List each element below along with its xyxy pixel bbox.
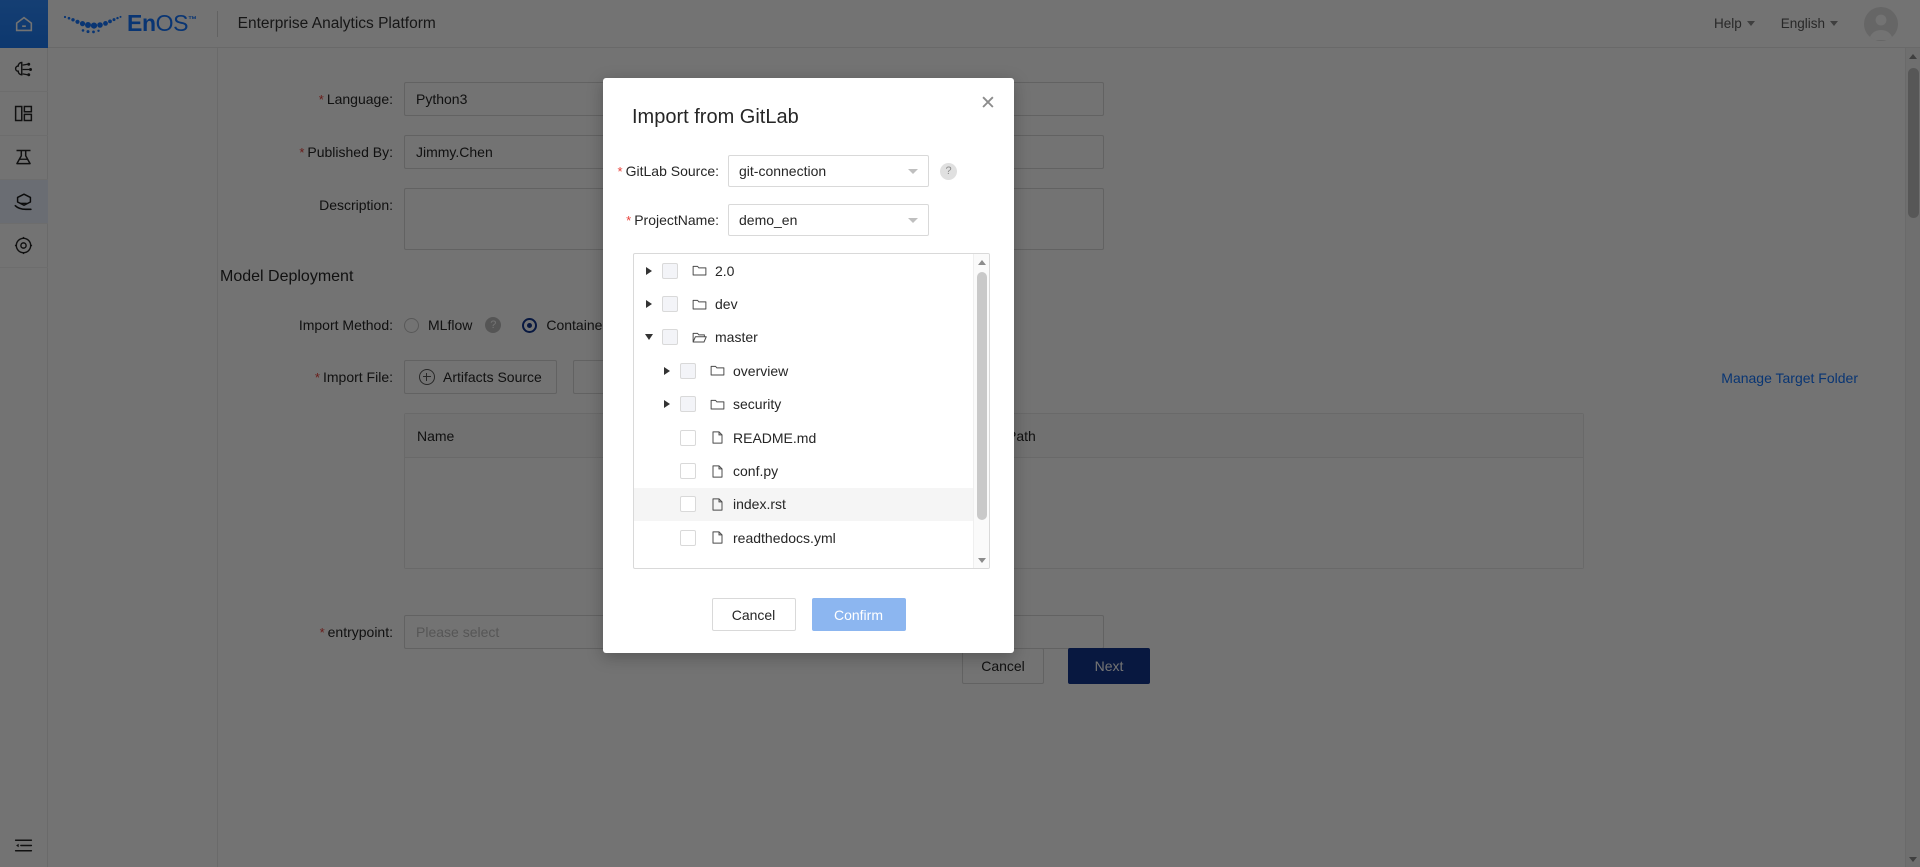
- import-from-gitlab-dialog: ✕ Import from GitLab * GitLab Source: git…: [603, 78, 1014, 653]
- required-asterisk: *: [617, 164, 623, 179]
- tree-node-readme-md[interactable]: README.md: [634, 421, 973, 454]
- dialog-label-project-name: * ProjectName:: [626, 212, 719, 228]
- tree-scrollbar-thumb[interactable]: [977, 272, 987, 520]
- tree-node-checkbox[interactable]: [680, 496, 696, 513]
- tree-collapse-arrow-icon[interactable]: [640, 334, 658, 341]
- tree-expand-arrow-icon[interactable]: [640, 300, 658, 309]
- tree-expand-arrow-icon[interactable]: [640, 266, 658, 275]
- tree-scrollbar[interactable]: [973, 254, 989, 568]
- caret-icon: [664, 366, 670, 375]
- tree-node-readthedocs-yml[interactable]: readthedocs.yml: [634, 521, 973, 554]
- dialog-cancel-button[interactable]: Cancel: [711, 598, 796, 631]
- dialog-row-project-name: * ProjectName: demo_en: [603, 204, 990, 236]
- tree-node-checkbox[interactable]: [662, 329, 678, 346]
- tree-node-label: README.md: [733, 429, 817, 446]
- tree-node-label: dev: [715, 296, 738, 313]
- dialog-confirm-button[interactable]: Confirm: [811, 598, 906, 631]
- tree-node-index-rst[interactable]: index.rst: [634, 487, 973, 522]
- tree-node-checkbox[interactable]: [662, 262, 678, 279]
- tree-node-checkbox[interactable]: [680, 396, 696, 413]
- tree-node-label: overview: [733, 362, 789, 379]
- tree-expand-arrow-icon[interactable]: [658, 400, 676, 409]
- project-name-value: demo_en: [739, 212, 798, 228]
- tree-node-label: 2.0: [715, 262, 735, 279]
- close-icon[interactable]: ✕: [978, 94, 998, 114]
- gitlab-source-value: git-connection: [739, 163, 827, 179]
- folder-icon: [692, 297, 707, 312]
- tree-node-checkbox[interactable]: [680, 362, 696, 379]
- folder-icon: [710, 363, 725, 378]
- caret-icon: [645, 334, 653, 341]
- tree-node-checkbox[interactable]: [680, 529, 696, 546]
- help-icon-gitlab-source[interactable]: ?: [940, 162, 957, 180]
- tree-node-2-0[interactable]: 2.0: [634, 254, 973, 287]
- file-icon: [710, 464, 725, 479]
- project-name-select[interactable]: demo_en: [728, 204, 929, 236]
- folder-open-icon: [692, 330, 707, 345]
- tree-node-master[interactable]: master: [634, 321, 973, 354]
- tree-node-checkbox[interactable]: [662, 296, 678, 313]
- file-icon: [710, 430, 725, 445]
- tree-scroll-up-arrow-icon[interactable]: [974, 254, 989, 270]
- caret-icon: [646, 300, 652, 309]
- file-icon: [710, 497, 725, 512]
- dialog-footer: Cancel Confirm: [603, 598, 1014, 631]
- caret-icon: [664, 400, 670, 409]
- gitlab-source-select[interactable]: git-connection: [728, 155, 929, 187]
- caret-icon: [646, 266, 652, 275]
- tree-scroll-down-arrow-icon[interactable]: [974, 552, 989, 568]
- chevron-down-icon: [908, 218, 918, 223]
- repository-file-tree: 2.0 dev master overview security README.md con…: [633, 253, 990, 569]
- tree-node-checkbox[interactable]: [680, 463, 696, 480]
- dialog-label-gitlab-source: * GitLab Source:: [617, 163, 719, 179]
- chevron-down-icon: [908, 169, 918, 174]
- tree-expand-arrow-icon[interactable]: [658, 366, 676, 375]
- dialog-row-gitlab-source: * GitLab Source: git-connection ?: [603, 155, 990, 187]
- tree-node-checkbox[interactable]: [680, 429, 696, 446]
- tree-node-label: master: [715, 329, 758, 346]
- tree-node-dev[interactable]: dev: [634, 287, 973, 320]
- tree-node-overview[interactable]: overview: [634, 354, 973, 387]
- dialog-form: * GitLab Source: git-connection ? * Projec…: [603, 129, 1014, 236]
- tree-node-label: security: [733, 396, 782, 413]
- required-asterisk: *: [626, 213, 632, 228]
- tree-node-security[interactable]: security: [634, 388, 973, 421]
- tree-node-label: index.rst: [733, 496, 786, 513]
- dialog-title: Import from GitLab: [632, 106, 799, 128]
- folder-icon: [710, 397, 725, 412]
- tree-node-label: conf.py: [733, 463, 779, 480]
- file-icon: [710, 530, 725, 545]
- folder-icon: [692, 263, 707, 278]
- tree-node-label: readthedocs.yml: [733, 529, 836, 546]
- tree-node-conf-py[interactable]: conf.py: [634, 454, 973, 487]
- tree-scroll-region: 2.0 dev master overview security README.md con…: [634, 254, 973, 568]
